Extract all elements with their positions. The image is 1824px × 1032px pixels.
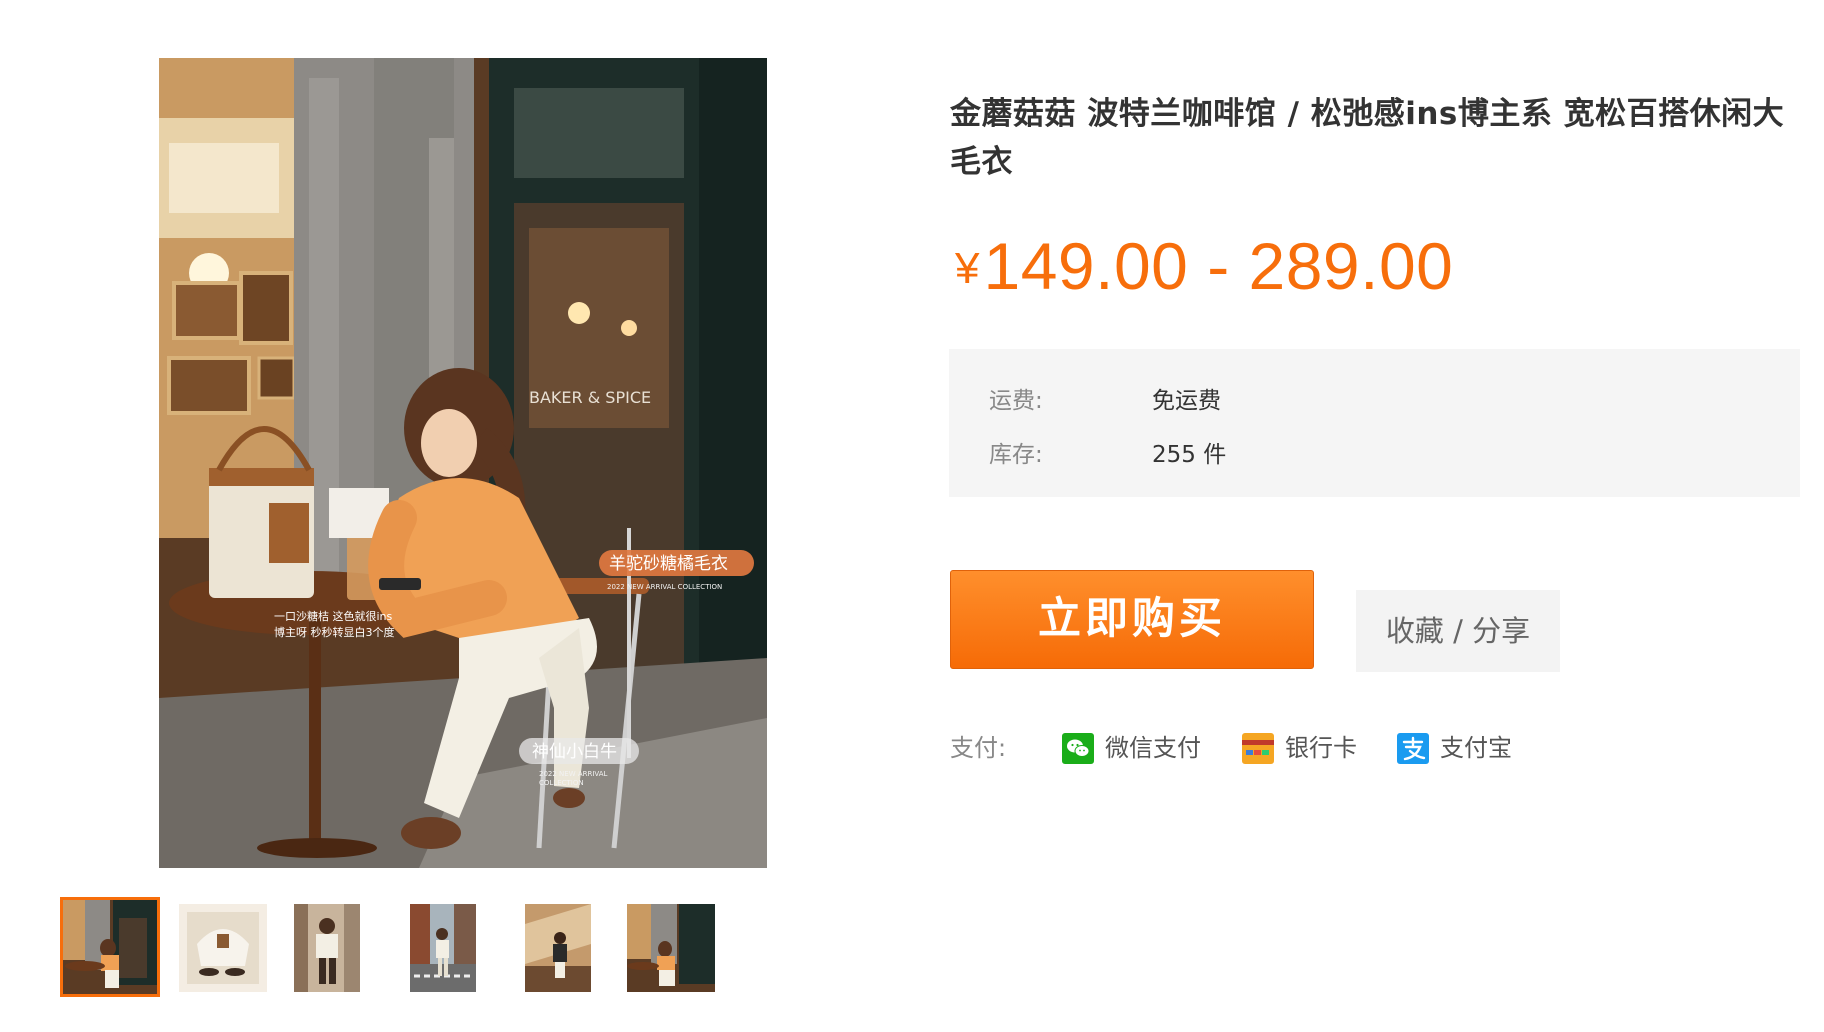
thumbnail-5-image xyxy=(525,904,591,992)
thumbnail-3[interactable] xyxy=(294,904,382,992)
thumbnail-3-image xyxy=(294,904,360,992)
thumbnail-2[interactable] xyxy=(179,904,267,992)
thumbnail-6-image xyxy=(627,904,715,992)
product-photo: BAKER & SPICE 羊驼砂糖橘毛衣 2022 NEW ARRIVAL C… xyxy=(159,58,767,868)
wechat-pay-label: 微信支付 xyxy=(1105,734,1201,762)
bank-card-icon xyxy=(1242,733,1274,764)
currency-symbol: ¥ xyxy=(955,244,980,293)
thumbnail-4[interactable] xyxy=(410,904,498,992)
payment-label: 支付: xyxy=(950,734,1007,762)
main-product-image[interactable]: BAKER & SPICE 羊驼砂糖橘毛衣 2022 NEW ARRIVAL C… xyxy=(159,58,767,868)
shipping-label: 运费: xyxy=(989,388,1043,414)
sweater-tag-sub: 2022 NEW ARRIVAL COLLECTION xyxy=(607,583,722,591)
thumbnail-1-image xyxy=(63,900,157,994)
bank-card-label: 银行卡 xyxy=(1285,734,1357,762)
alipay-icon xyxy=(1397,733,1429,764)
shipping-row: 运费: 免运费 xyxy=(989,384,1221,418)
thumbnail-2-image xyxy=(179,904,267,992)
thumbnail-5[interactable] xyxy=(525,904,613,992)
price-range: ¥149.00 - 289.00 xyxy=(955,228,1453,304)
quote-line-2: 博主呀 秒秒转显白3个度 xyxy=(274,625,395,639)
stock-value: 255 件 xyxy=(1152,442,1227,468)
active-thumbnail-caret xyxy=(105,897,123,899)
stock-label: 库存: xyxy=(989,442,1043,468)
alipay-label: 支付宝 xyxy=(1440,734,1512,762)
price-amount: 149.00 - 289.00 xyxy=(983,229,1454,303)
thumbnail-6[interactable] xyxy=(627,904,715,992)
thumbnail-4-image xyxy=(410,904,476,992)
pants-tag-sub-2: COLLECTION xyxy=(539,779,584,787)
quote-line-1: 一口沙糖桔 这色就很ins xyxy=(274,609,393,623)
product-title: 金蘑菇菇 波特兰咖啡馆 / 松弛感ins博主系 宽松百搭休闲大毛衣 xyxy=(950,96,1785,180)
product-meta-panel: 运费: 免运费 库存: 255 件 xyxy=(949,349,1800,497)
pants-tag-text: 神仙小白牛 xyxy=(532,742,617,762)
favorite-share-button[interactable]: 收藏 / 分享 xyxy=(1356,590,1560,672)
stock-row: 库存: 255 件 xyxy=(989,438,1226,472)
shipping-value: 免运费 xyxy=(1152,388,1221,414)
pants-tag-sub-1: 2022 NEW ARRIVAL xyxy=(539,770,608,778)
sweater-tag-text: 羊驼砂糖橘毛衣 xyxy=(609,554,728,574)
buy-now-button[interactable]: 立即购买 xyxy=(950,570,1314,669)
window-sign-text: BAKER & SPICE xyxy=(529,388,651,407)
wechat-pay-icon xyxy=(1062,733,1094,764)
thumbnail-1[interactable] xyxy=(60,897,160,997)
